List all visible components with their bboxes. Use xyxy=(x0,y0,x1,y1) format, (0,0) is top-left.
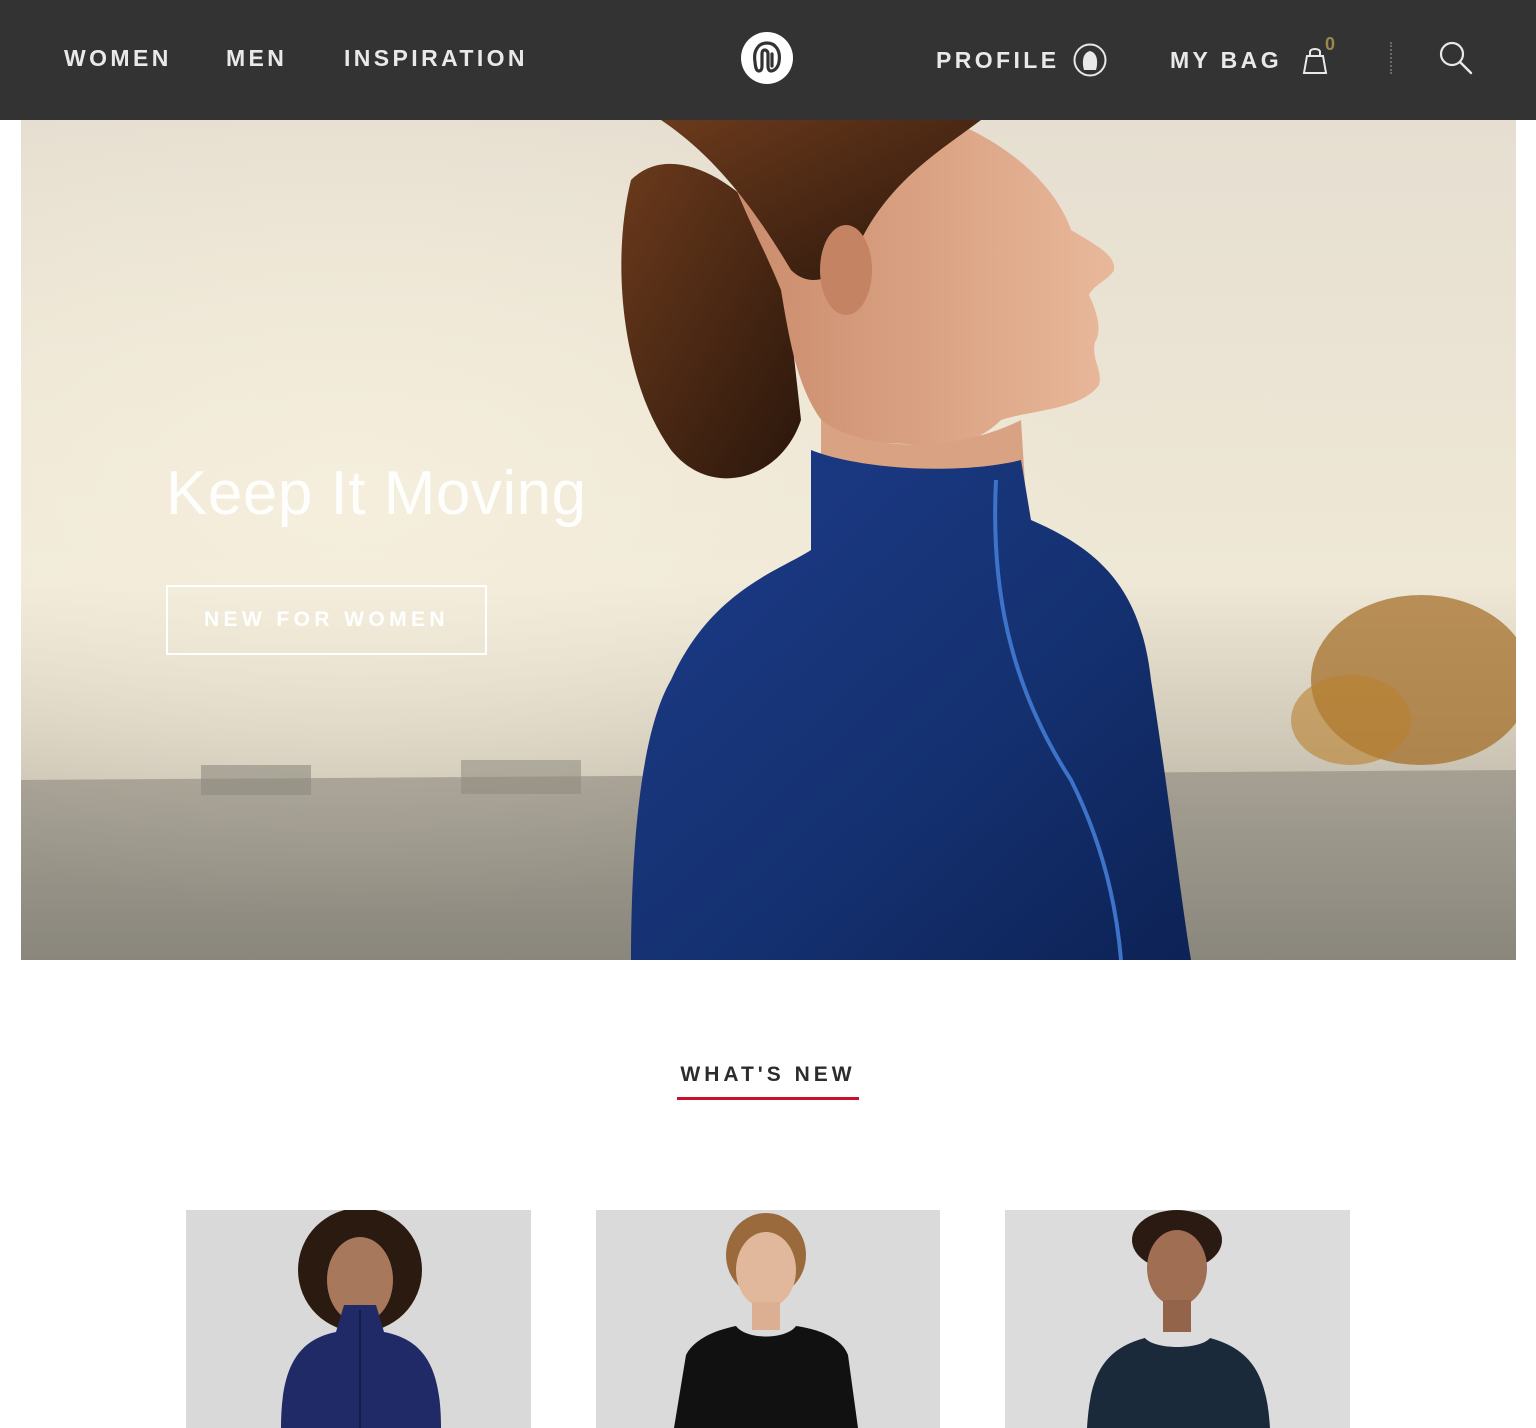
nav-men[interactable]: MEN xyxy=(226,45,287,72)
product-image xyxy=(1005,1210,1350,1428)
my-bag-link[interactable]: MY BAG xyxy=(1170,40,1328,80)
hero-image xyxy=(21,120,1516,960)
bag-label: MY BAG xyxy=(1170,46,1282,73)
product-image xyxy=(186,1210,531,1428)
bag-count-badge: 0 xyxy=(1325,34,1336,54)
product-card[interactable] xyxy=(186,1210,531,1428)
new-for-women-button[interactable]: NEW FOR WOMEN xyxy=(166,585,487,655)
product-card[interactable] xyxy=(1005,1210,1350,1428)
nav-women[interactable]: WOMEN xyxy=(64,45,172,72)
product-card[interactable] xyxy=(596,1210,940,1428)
hero-banner: Keep It Moving NEW FOR WOMEN xyxy=(21,120,1516,960)
profile-link[interactable]: PROFILE xyxy=(936,40,1107,80)
product-image xyxy=(596,1210,940,1428)
profile-label: PROFILE xyxy=(936,46,1060,73)
whats-new-underline xyxy=(677,1097,859,1100)
user-avatar-icon xyxy=(1073,43,1107,77)
whats-new-heading: WHAT'S NEW xyxy=(680,1063,856,1086)
header-divider xyxy=(1390,42,1392,74)
nav-inspiration[interactable]: INSPIRATION xyxy=(344,45,528,72)
hero-title: Keep It Moving xyxy=(166,459,587,528)
top-navigation-bar: WOMEN MEN INSPIRATION PROFILE MY BAG 0 xyxy=(0,0,1536,120)
search-icon[interactable] xyxy=(1438,40,1474,76)
lululemon-logo-icon[interactable] xyxy=(741,32,793,84)
